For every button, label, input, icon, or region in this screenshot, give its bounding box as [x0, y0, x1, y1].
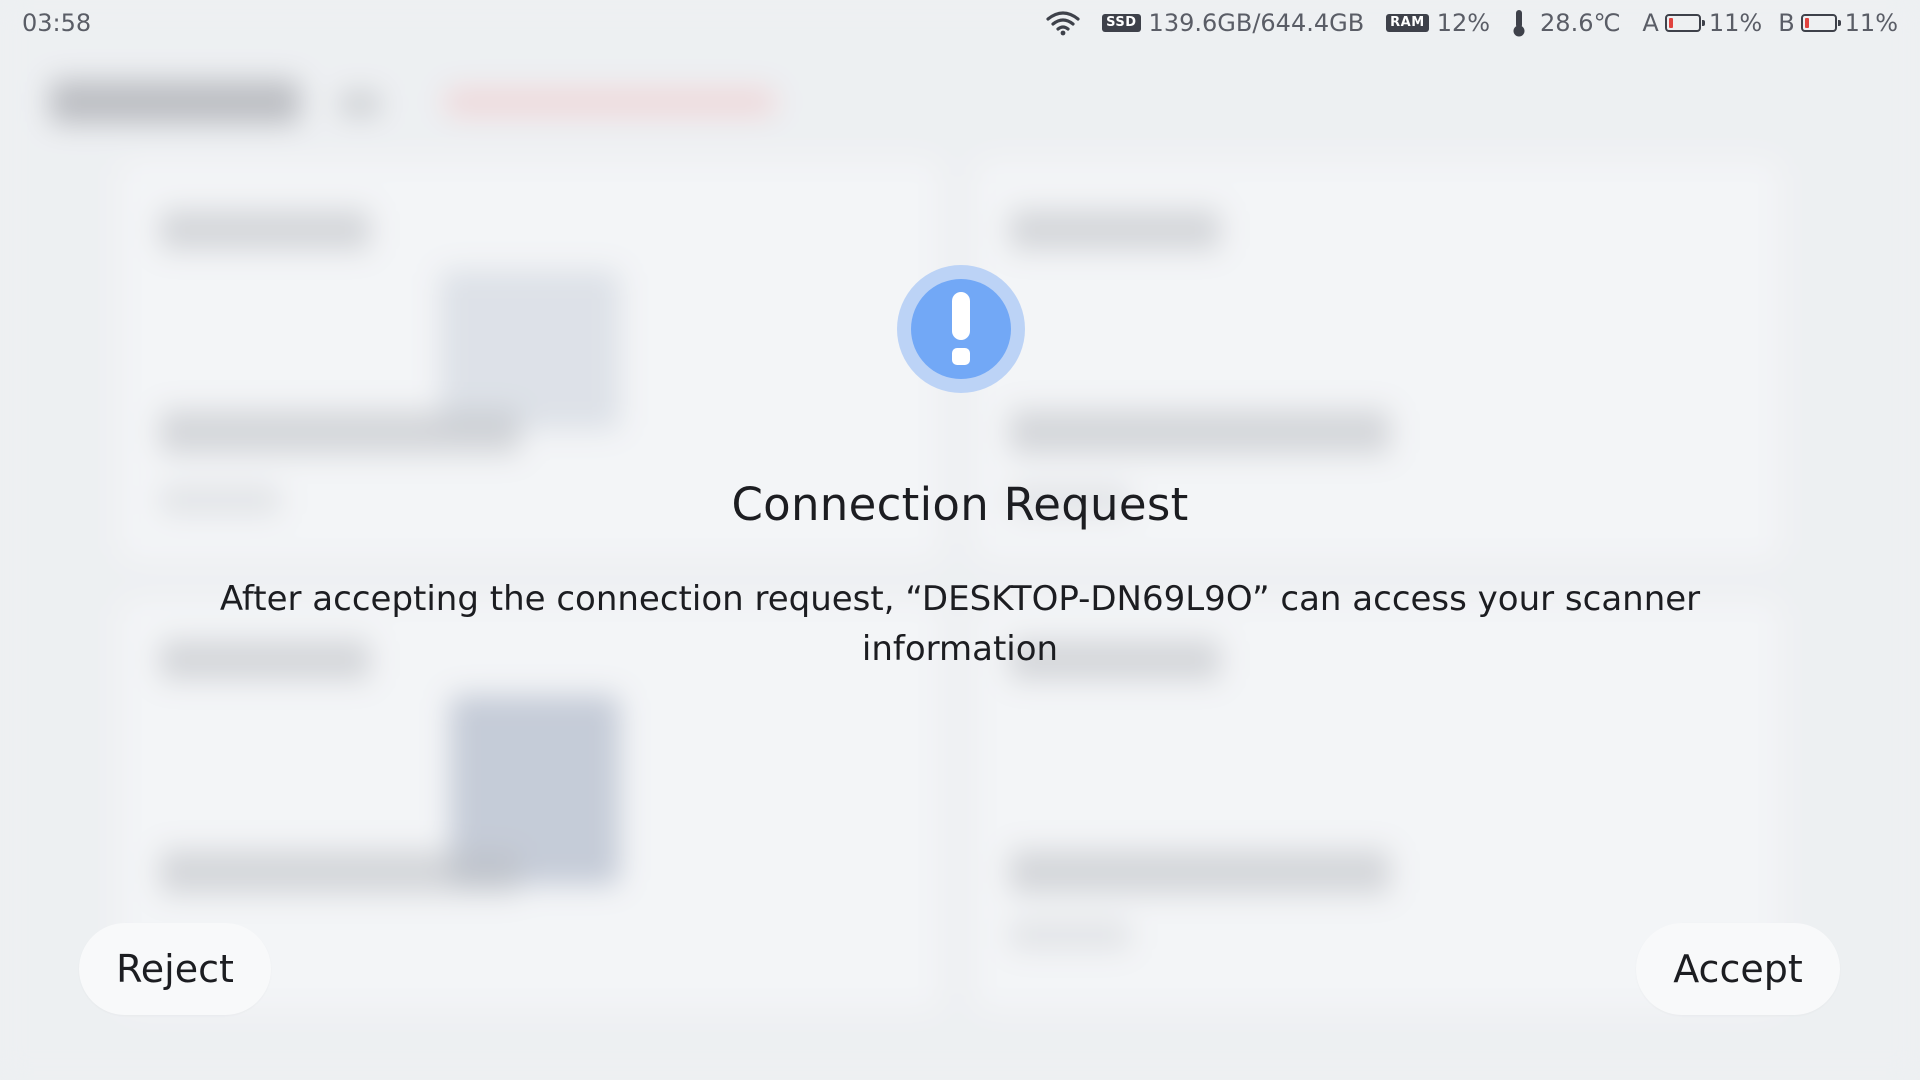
- accept-button[interactable]: Accept: [1636, 923, 1840, 1015]
- exclamation-icon: [897, 265, 1025, 393]
- connection-request-dialog: Connection Request After accepting the c…: [0, 0, 1920, 1080]
- dialog-message: After accepting the connection request, …: [219, 579, 1701, 669]
- dialog-title: Connection Request: [731, 478, 1189, 531]
- reject-button[interactable]: Reject: [79, 923, 271, 1015]
- screen: 03:58 SSD 139.6GB/644.4GB RAM 12% 28.6℃ …: [0, 0, 1920, 1080]
